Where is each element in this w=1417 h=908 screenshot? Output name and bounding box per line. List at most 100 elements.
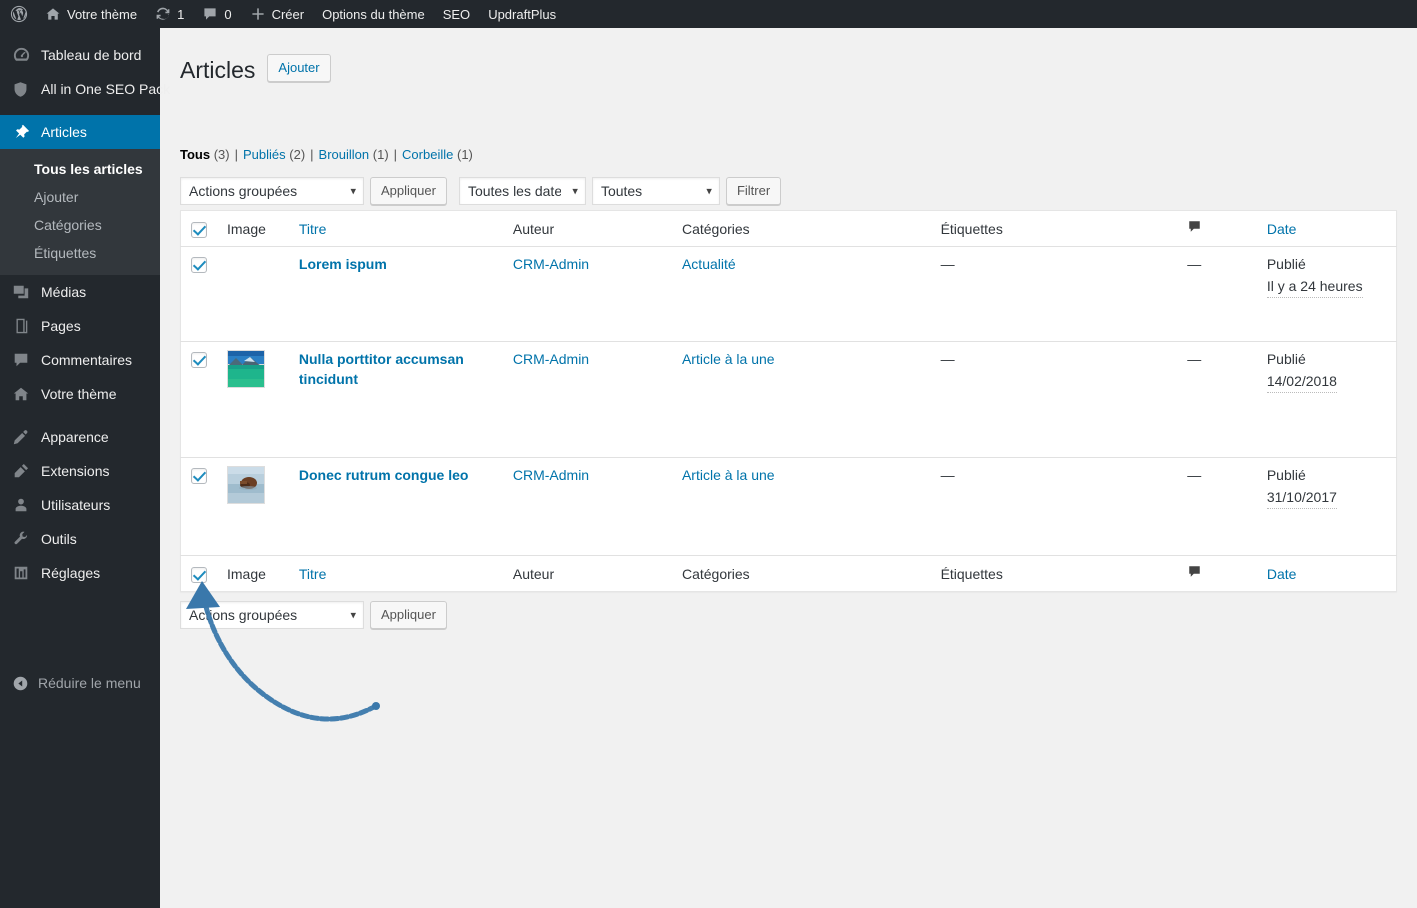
table-nav-bottom: Actions groupées Appliquer (180, 600, 1397, 630)
submenu-item-etiquettes[interactable]: Étiquettes (0, 239, 160, 267)
row-image-cell (217, 457, 289, 556)
sort-date-link-bottom[interactable]: Date (1267, 566, 1297, 582)
post-title-link[interactable]: Donec rutrum congue leo (299, 467, 469, 483)
theme-options-menu[interactable]: Options du thème (313, 0, 434, 28)
row-checkbox[interactable] (191, 468, 207, 485)
dashboard-icon (12, 45, 34, 65)
apply-bulk-action-button-top[interactable]: Appliquer (370, 177, 447, 205)
sidebar-item-label: Médias (41, 284, 87, 300)
view-link-publies[interactable]: Publiés (2) (243, 145, 305, 165)
select-all-checkbox-bottom[interactable] (191, 566, 207, 583)
comments-menu[interactable]: 0 (193, 0, 240, 28)
row-categories-cell: Article à la une (671, 457, 931, 556)
view-label[interactable]: Tous (180, 147, 210, 162)
row-checkbox[interactable] (191, 257, 207, 274)
view-label[interactable]: Corbeille (402, 147, 453, 162)
sort-date-link[interactable]: Date (1267, 221, 1297, 237)
sort-title-link-bottom[interactable]: Titre (299, 566, 326, 582)
view-link-corbeille[interactable]: Corbeille (1) (402, 145, 473, 165)
sidebar-item-outils[interactable]: Outils (0, 522, 160, 556)
sidebar-item-label: Tableau de bord (41, 47, 142, 63)
column-header-date[interactable]: Date (1256, 210, 1397, 248)
collapse-arrow-icon (12, 675, 29, 692)
submenu-item-categories[interactable]: Catégories (0, 211, 160, 239)
sidebar-item-reglages[interactable]: Réglages (0, 556, 160, 590)
post-status: Publié (1266, 256, 1306, 273)
author-link[interactable]: CRM-Admin (513, 351, 589, 367)
column-footer-author: Auteur (502, 555, 672, 592)
wordpress-logo-icon (10, 5, 28, 23)
column-header-comments[interactable] (1177, 210, 1257, 248)
appearance-icon (12, 427, 34, 447)
tools-icon (12, 529, 34, 549)
filter-button[interactable]: Filtrer (725, 177, 782, 205)
column-header-author: Auteur (502, 210, 672, 248)
select-all-checkbox-top[interactable] (191, 221, 207, 238)
post-status: Publié (1266, 467, 1306, 484)
date-filter-wrapper: Toutes les dates (458, 177, 586, 205)
sidebar-item-utilisateurs[interactable]: Utilisateurs (0, 488, 160, 522)
boat-water-thumbnail[interactable] (227, 466, 265, 505)
sidebar-item-articles[interactable]: Articles (0, 115, 168, 149)
submenu-item-tous-les-articles[interactable]: Tous les articles (0, 155, 160, 183)
column-header-title[interactable]: Titre (288, 210, 503, 248)
select-all-header-top (180, 210, 217, 248)
view-label[interactable]: Brouillon (319, 147, 370, 162)
sidebar-item-label: All in One SEO Pack (41, 81, 171, 97)
add-new-post-button[interactable]: Ajouter (267, 54, 331, 82)
sidebar-item-extensions[interactable]: Extensions (0, 454, 160, 488)
author-link[interactable]: CRM-Admin (513, 256, 589, 272)
category-link[interactable]: Article à la une (682, 351, 775, 367)
seo-menu[interactable]: SEO (434, 0, 479, 28)
row-image-cell (217, 247, 289, 342)
updates-icon (155, 6, 171, 22)
beach-mountain-thumbnail[interactable] (227, 350, 265, 389)
updraftplus-menu[interactable]: UpdraftPlus (479, 0, 565, 28)
sort-title-link[interactable]: Titre (299, 221, 326, 237)
site-name-menu[interactable]: Votre thème (36, 0, 146, 28)
sidebar-item-medias[interactable]: Médias (0, 275, 160, 309)
row-tags-cell: — (940, 256, 955, 273)
row-categories-cell: Article à la une (671, 341, 931, 458)
date-filter-select[interactable]: Toutes les dates (458, 177, 586, 205)
apply-bulk-action-button-bottom[interactable]: Appliquer (370, 601, 447, 630)
sidebar-item-label: Apparence (41, 429, 109, 445)
comments-icon (12, 350, 34, 370)
row-author-cell: CRM-Admin (503, 247, 672, 342)
sidebar-item-all-in-one-seo-pack[interactable]: All in One SEO Pack (0, 72, 170, 106)
submenu-item-ajouter[interactable]: Ajouter (0, 183, 160, 211)
view-label[interactable]: Publiés (243, 147, 286, 162)
category-link[interactable]: Article à la une (682, 467, 775, 483)
sidebar-item-dashboard[interactable]: Tableau de bord (0, 38, 160, 72)
bulk-action-select-bottom[interactable]: Actions groupées (180, 601, 364, 630)
collapse-menu-button[interactable]: Réduire le menu (0, 666, 160, 700)
post-title-link[interactable]: Nulla porttitor accumsan tincidunt (299, 351, 464, 387)
bulk-action-select-top[interactable]: Actions groupées (180, 177, 364, 205)
view-link-brouillon[interactable]: Brouillon (1) (319, 145, 389, 165)
sidebar-item-commentaires[interactable]: Commentaires (0, 343, 160, 377)
category-filter-select[interactable]: Toutes (591, 177, 720, 205)
column-footer-comments[interactable] (1177, 555, 1257, 592)
view-link-tous[interactable]: Tous (3) (180, 145, 230, 165)
table-body: Lorem ispum CRM-Admin Actualité — — Publ… (180, 247, 1397, 556)
post-title-link[interactable]: Lorem ispum (299, 256, 387, 272)
wordpress-logo-menu[interactable] (0, 0, 36, 28)
sidebar-item-apparence[interactable]: Apparence (0, 420, 160, 454)
pages-icon (12, 316, 34, 336)
category-link[interactable]: Actualité (682, 256, 736, 272)
sidebar-item-votre-theme[interactable]: Votre thème (0, 377, 160, 411)
row-checkbox-cell (181, 247, 218, 342)
table-row: Lorem ispum CRM-Admin Actualité — — Publ… (181, 247, 1397, 342)
sidebar-item-label: Articles (41, 124, 87, 140)
row-checkbox[interactable] (191, 352, 207, 369)
sidebar-item-pages[interactable]: Pages (0, 309, 160, 343)
view-count: (2) (289, 147, 306, 162)
category-filter-wrapper: Toutes (591, 177, 720, 205)
column-footer-title[interactable]: Titre (288, 555, 503, 592)
users-icon (12, 495, 34, 515)
updates-menu[interactable]: 1 (146, 0, 193, 28)
column-header-tags: Étiquettes (930, 210, 1178, 248)
new-content-menu[interactable]: Créer (241, 0, 314, 28)
author-link[interactable]: CRM-Admin (513, 467, 589, 483)
column-footer-date[interactable]: Date (1256, 555, 1397, 592)
